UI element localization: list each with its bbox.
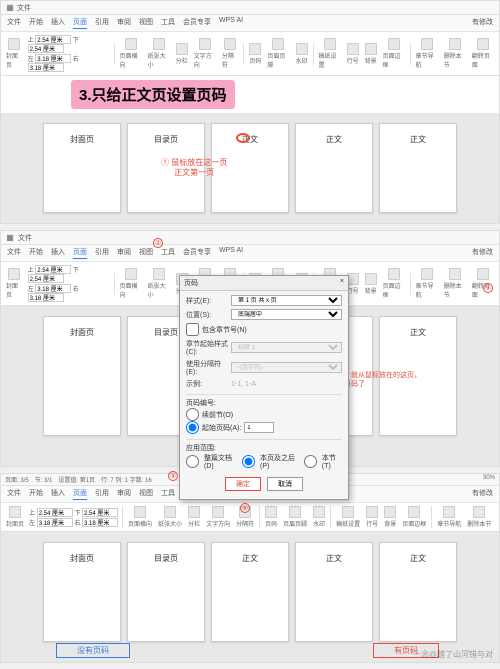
- wps-window-1: ▦ 文件 文件 开始 插入 页面 引用 审阅 视图 工具 会员专享 WPS AI…: [0, 0, 500, 224]
- page-cover[interactable]: 封面页: [43, 123, 121, 213]
- menubar: 文件 开始 插入 页面 引用 审阅 视图 工具 会员专享 WPS AI 有修改: [1, 15, 499, 32]
- close-icon[interactable]: ×: [340, 278, 344, 288]
- rb-bg: 背景: [364, 43, 378, 65]
- page-cover[interactable]: 封面页: [43, 542, 121, 642]
- red-3: ③: [483, 283, 493, 293]
- ribbon: 封面页 上 下 左 右 页面横向 纸张大小 分栏 文字方向 分隔符 页码 页眉页…: [1, 32, 499, 76]
- menu-ref[interactable]: 引用: [95, 17, 109, 29]
- page-toc[interactable]: 目录页: [127, 542, 205, 642]
- page-body-1[interactable]: 正文: [211, 542, 289, 642]
- rb-cover: 封面页: [5, 38, 24, 69]
- red-2: ②: [153, 238, 163, 248]
- red-6: ⑥: [240, 503, 250, 513]
- document-canvas-3: 封面页 目录页 正文 正文 正文 没有页码 有页码: [1, 532, 499, 662]
- rb-nav: 章节导航: [415, 38, 439, 69]
- startat-radio[interactable]: [186, 421, 199, 434]
- pos-select[interactable]: 底端居中: [231, 309, 342, 320]
- no-pagenum-label: 没有页码: [56, 643, 130, 658]
- menu-view[interactable]: 视图: [139, 17, 153, 29]
- page-number-dialog: 页码 × 样式(E):第 1 页 共 x 页 位置(S):底端居中 包含章节号(…: [179, 275, 349, 500]
- ok-button[interactable]: 确定: [225, 477, 261, 491]
- menu-page-hl[interactable]: 页面: [73, 247, 87, 259]
- rb-pagenum: 页码: [248, 43, 262, 65]
- menu-insert[interactable]: 插入: [51, 17, 65, 29]
- rb-col: 分栏: [175, 43, 189, 65]
- menubar-2: 文件 开始 插入 页面 引用 审阅 视图 工具 会员专享 WPS AI 有修改: [1, 245, 499, 262]
- rb-textdir: 文字方向: [193, 38, 217, 69]
- page-body-2[interactable]: 正文: [295, 123, 373, 213]
- titlebar-2: ▦ 文件: [1, 231, 499, 245]
- rb-line: 行号: [346, 43, 360, 65]
- app-icon: ▦: [5, 233, 15, 243]
- rb-border: 页面边框: [382, 38, 406, 69]
- menu-wpsai[interactable]: WPS AI: [219, 17, 243, 29]
- step-banner: 3.只给正文页设置页码: [71, 80, 235, 109]
- menu-vip[interactable]: 会员专享: [183, 17, 211, 29]
- red-5: ⑤: [168, 471, 178, 481]
- rb-size: 纸张大小: [147, 38, 171, 69]
- apply-from-radio[interactable]: [242, 455, 255, 468]
- page-body-2[interactable]: 正文: [295, 542, 373, 642]
- page-cover[interactable]: 封面页: [43, 316, 121, 436]
- rb-margins[interactable]: 上 下 左 右: [28, 35, 110, 72]
- annotation-1: ① 鼠标放在这一页 正文第一页: [161, 158, 227, 179]
- ribbon-3: 封面页 上 下 左 右 页面横向 纸张大小 分栏 文字方向 分隔符 页码 页眉页…: [1, 503, 499, 532]
- app-icon: ▦: [5, 3, 15, 13]
- dialog-title: 页码: [184, 278, 198, 288]
- menu-tools[interactable]: 工具: [161, 17, 175, 29]
- document-canvas-1: 封面页 目录页 正文 正文 正文 ① 鼠标放在这一页 正文第一页: [1, 113, 499, 223]
- rb-paper: 稿纸设置: [317, 38, 341, 69]
- rb-water: 水印: [295, 43, 309, 65]
- menu-share[interactable]: 有修改: [472, 17, 493, 29]
- menu-start[interactable]: 开始: [29, 17, 43, 29]
- chapter-checkbox[interactable]: [186, 323, 199, 336]
- cancel-button[interactable]: 取消: [267, 477, 303, 491]
- wps-window-3: 页面: 3/5 节: 3/1 设置值: 第1页 行: 7 列: 1 字数: 16…: [0, 473, 500, 663]
- page-body-3[interactable]: 正文: [379, 542, 457, 642]
- menu-file[interactable]: 文件: [7, 17, 21, 29]
- rb-orient: 页面横向: [119, 38, 143, 69]
- apply-whole-radio[interactable]: [186, 455, 199, 468]
- menu-review[interactable]: 审阅: [117, 17, 131, 29]
- rb-header: 页眉页脚: [266, 38, 290, 69]
- rb-del: 删除本节: [443, 38, 467, 69]
- wps-window-2: ▦ 文件 文件 开始 插入 页面 引用 审阅 视图 工具 会员专享 WPS AI…: [0, 230, 500, 467]
- continue-radio[interactable]: [186, 408, 199, 421]
- dialog-titlebar[interactable]: 页码 ×: [180, 276, 348, 291]
- page-body-3[interactable]: 正文: [379, 123, 457, 213]
- doc-tab[interactable]: 文件: [17, 3, 31, 13]
- apply-section-radio[interactable]: [304, 455, 317, 468]
- rb-break: 分隔符: [221, 38, 240, 69]
- watermark: 一念@踏了山河错与对: [413, 649, 493, 660]
- rb-flip: 翻转页面: [471, 38, 495, 69]
- menu-page[interactable]: 页面: [73, 17, 87, 29]
- startat-input[interactable]: [244, 422, 274, 433]
- style-select[interactable]: 第 1 页 共 x 页: [231, 295, 342, 306]
- titlebar: ▦ 文件: [1, 1, 499, 15]
